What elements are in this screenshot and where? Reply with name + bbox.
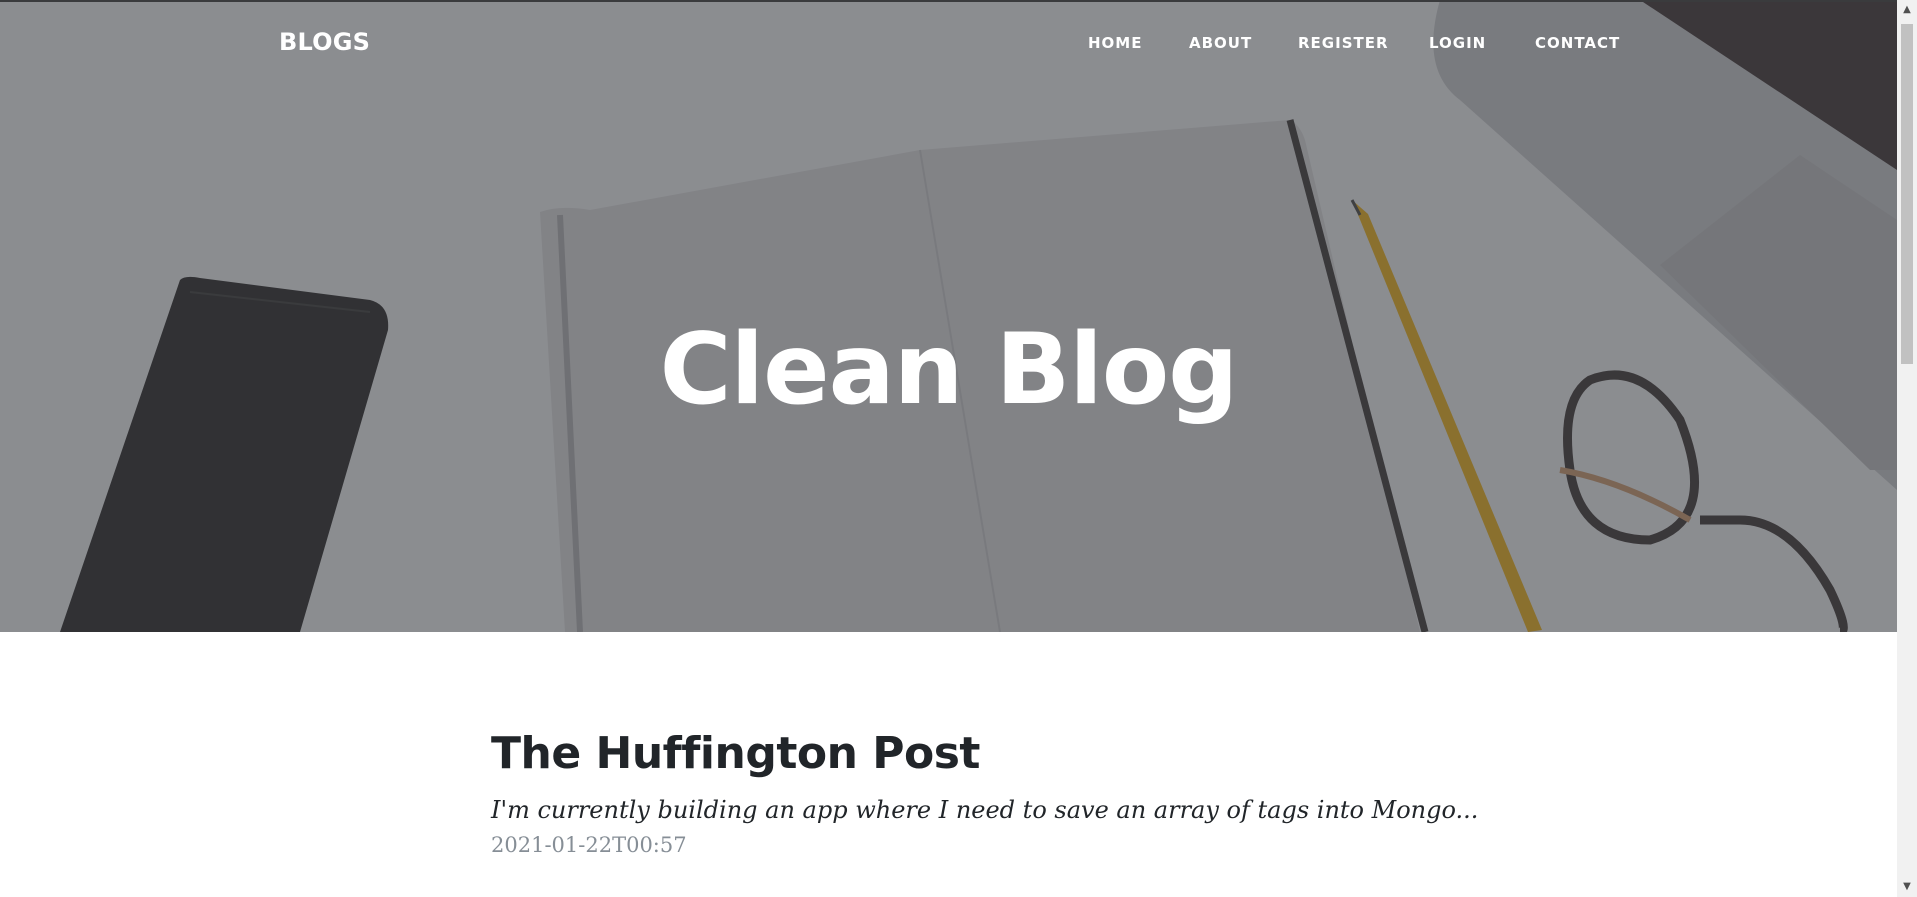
- post-title-link[interactable]: The Huffington Post: [491, 729, 1391, 778]
- post-excerpt: I'm currently building an app where I ne…: [491, 796, 1479, 825]
- post-date: 2021-01-22T00:57: [491, 833, 687, 858]
- nav-link-contact[interactable]: CONTACT: [1535, 34, 1620, 52]
- scroll-thumb[interactable]: [1901, 24, 1913, 364]
- scroll-up-arrow-icon[interactable]: ▲: [1897, 0, 1917, 20]
- nav-link-home[interactable]: HOME: [1088, 34, 1142, 52]
- nav-link-login[interactable]: LOGIN: [1429, 34, 1486, 52]
- post-preview: The Huffington Post I'm currently buildi…: [491, 729, 1479, 858]
- nav-link-about[interactable]: ABOUT: [1189, 34, 1252, 52]
- scroll-down-arrow-icon[interactable]: ▼: [1897, 877, 1917, 897]
- page-title: Clean Blog: [659, 312, 1239, 427]
- nav-link-register[interactable]: REGISTER: [1298, 34, 1389, 52]
- window-top-edge: [0, 0, 1897, 2]
- main-nav: HOME ABOUT REGISTER LOGIN CONTACT: [0, 34, 1897, 54]
- hero-header: BLOGS HOME ABOUT REGISTER LOGIN CONTACT …: [0, 0, 1897, 632]
- vertical-scrollbar[interactable]: ▲ ▼: [1897, 0, 1917, 897]
